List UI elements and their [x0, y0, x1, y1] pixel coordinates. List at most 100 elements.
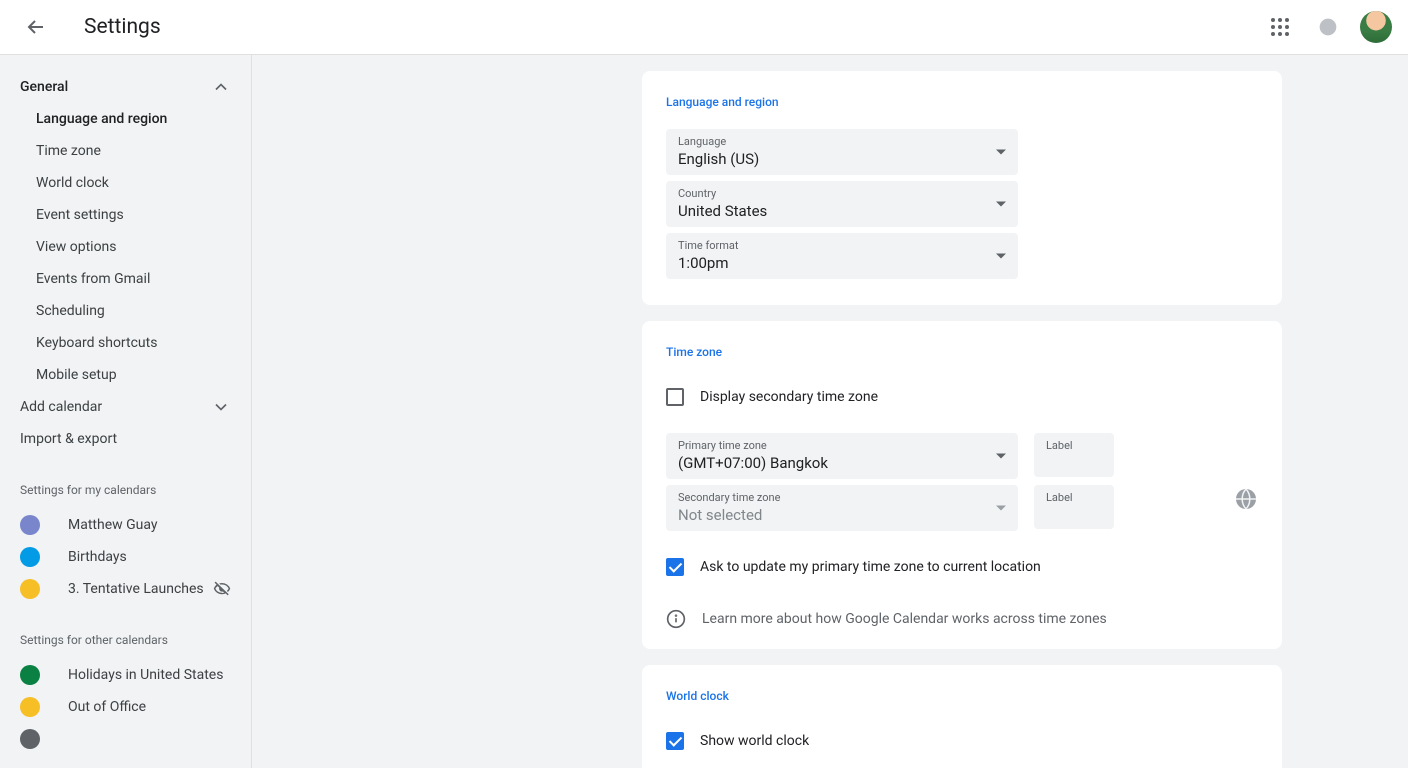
select-label: Secondary time zone	[678, 491, 1006, 505]
calendar-color-dot	[20, 729, 40, 749]
card-timezone: Time zone Display secondary time zone Pr…	[642, 321, 1282, 649]
calendar-item[interactable]: 3. Tentative Launches	[0, 573, 251, 605]
select-label: Primary time zone	[678, 439, 1006, 453]
sidebar-item-event-settings[interactable]: Event settings	[0, 199, 251, 231]
calendar-item[interactable]: Holidays in United States	[0, 659, 251, 691]
calendar-item[interactable]: Birthdays	[0, 541, 251, 573]
secondary-tz-label-input[interactable]: Label	[1034, 485, 1114, 529]
card-title: Time zone	[642, 345, 1282, 359]
primary-tz-select[interactable]: Primary time zone (GMT+07:00) Bangkok	[666, 433, 1018, 479]
sidebar-item-mobile-setup[interactable]: Mobile setup	[0, 359, 251, 391]
checkbox-label: Display secondary time zone	[700, 389, 878, 405]
calendar-color-dot	[20, 665, 40, 685]
calendar-color-dot	[20, 579, 40, 599]
account-avatar[interactable]	[1360, 11, 1392, 43]
apps-button[interactable]	[1260, 7, 1300, 47]
chevron-up-icon	[211, 77, 231, 97]
calendar-color-dot	[20, 547, 40, 567]
sidebar-item-label: View options	[36, 239, 117, 255]
ask-update-tz-row: Ask to update my primary time zone to cu…	[642, 549, 1282, 585]
sidebar-item-label: World clock	[36, 175, 109, 191]
sidebar-item-label: Time zone	[36, 143, 101, 159]
card-language-region: Language and region Language English (US…	[642, 71, 1282, 305]
app-header: Settings	[0, 0, 1408, 55]
sidebar-item-timezone[interactable]: Time zone	[0, 135, 251, 167]
tz-learn-more-link[interactable]: Learn more about how Google Calendar wor…	[702, 611, 1107, 627]
header-actions	[1260, 7, 1392, 47]
dropdown-arrow-icon	[996, 254, 1006, 259]
sidebar-item-language-region[interactable]: Language and region	[0, 103, 251, 135]
dropdown-arrow-icon	[996, 454, 1006, 459]
swap-tz-button[interactable]	[1234, 487, 1258, 511]
show-world-clock-row: Show world clock	[642, 723, 1282, 759]
dropdown-arrow-icon	[996, 202, 1006, 207]
sidebar-item-label: Language and region	[36, 111, 167, 127]
card-title: Language and region	[642, 95, 1282, 109]
chevron-down-icon	[211, 397, 231, 417]
select-value: English (US)	[678, 149, 1006, 169]
settings-main: Language and region Language English (US…	[252, 55, 1408, 768]
calendar-name: Out of Office	[68, 699, 231, 715]
sidebar-item-events-gmail[interactable]: Events from Gmail	[0, 263, 251, 295]
secondary-tz-checkbox[interactable]	[666, 388, 684, 406]
apps-grid-icon	[1271, 18, 1289, 36]
select-label: Country	[678, 187, 1006, 201]
card-title: World clock	[642, 689, 1282, 703]
sidebar-section-label: General	[20, 79, 68, 95]
sidebar-section-add-calendar[interactable]: Add calendar	[0, 391, 251, 423]
country-select[interactable]: Country United States	[666, 181, 1018, 227]
calendar-color-dot	[20, 697, 40, 717]
dropdown-arrow-icon	[996, 150, 1006, 155]
select-label: Language	[678, 135, 1006, 149]
select-value: United States	[678, 201, 1006, 221]
calendar-color-dot	[20, 515, 40, 535]
checkbox-label: Show world clock	[700, 733, 809, 749]
globe-swap-icon	[1234, 487, 1258, 511]
sidebar-item-world-clock[interactable]: World clock	[0, 167, 251, 199]
secondary-tz-select[interactable]: Secondary time zone Not selected	[666, 485, 1018, 531]
select-value: Not selected	[678, 505, 1006, 525]
calendar-name: Holidays in United States	[68, 667, 231, 683]
calendar-item[interactable]: Out of Office	[0, 691, 251, 723]
secondary-tz-checkbox-row: Display secondary time zone	[642, 379, 1282, 415]
my-calendars-header: Settings for my calendars	[0, 483, 251, 497]
page-title: Settings	[84, 15, 161, 39]
calendar-name: Birthdays	[68, 549, 231, 565]
sidebar-section-general[interactable]: General	[0, 71, 251, 103]
timeformat-select[interactable]: Time format 1:00pm	[666, 233, 1018, 279]
calendar-name: 3. Tentative Launches	[68, 581, 213, 597]
calendar-item[interactable]	[0, 723, 251, 755]
card-world-clock: World clock Show world clock Time zone (…	[642, 665, 1282, 768]
notifications-button[interactable]	[1308, 7, 1348, 47]
dropdown-arrow-icon	[996, 506, 1006, 511]
settings-sidebar: General Language and region Time zone Wo…	[0, 55, 252, 768]
bell-icon	[1318, 17, 1338, 37]
ask-update-tz-checkbox[interactable]	[666, 558, 684, 576]
sidebar-section-label: Import & export	[20, 431, 117, 447]
calendar-name: Matthew Guay	[68, 517, 231, 533]
language-select[interactable]: Language English (US)	[666, 129, 1018, 175]
arrow-left-icon	[24, 15, 48, 39]
sidebar-item-label: Mobile setup	[36, 367, 117, 383]
sidebar-item-keyboard-shortcuts[interactable]: Keyboard shortcuts	[0, 327, 251, 359]
input-label: Label	[1046, 491, 1073, 504]
other-calendars-header: Settings for other calendars	[0, 633, 251, 647]
calendar-item[interactable]: Matthew Guay	[0, 509, 251, 541]
primary-tz-label-input[interactable]: Label	[1034, 433, 1114, 477]
select-value: (GMT+07:00) Bangkok	[678, 453, 1006, 473]
sidebar-item-view-options[interactable]: View options	[0, 231, 251, 263]
sidebar-section-import-export[interactable]: Import & export	[0, 423, 251, 455]
checkbox-label: Ask to update my primary time zone to cu…	[700, 559, 1041, 575]
show-world-clock-checkbox[interactable]	[666, 732, 684, 750]
select-value: 1:00pm	[678, 253, 1006, 273]
info-icon	[666, 609, 686, 629]
select-label: Time format	[678, 239, 1006, 253]
tz-learn-more-row: Learn more about how Google Calendar wor…	[642, 597, 1282, 629]
sidebar-item-label: Scheduling	[36, 303, 105, 319]
sidebar-item-label: Events from Gmail	[36, 271, 150, 287]
input-label: Label	[1046, 439, 1073, 452]
sidebar-section-label: Add calendar	[20, 399, 102, 415]
visibility-off-icon	[213, 580, 231, 598]
back-button[interactable]	[16, 7, 56, 47]
sidebar-item-scheduling[interactable]: Scheduling	[0, 295, 251, 327]
